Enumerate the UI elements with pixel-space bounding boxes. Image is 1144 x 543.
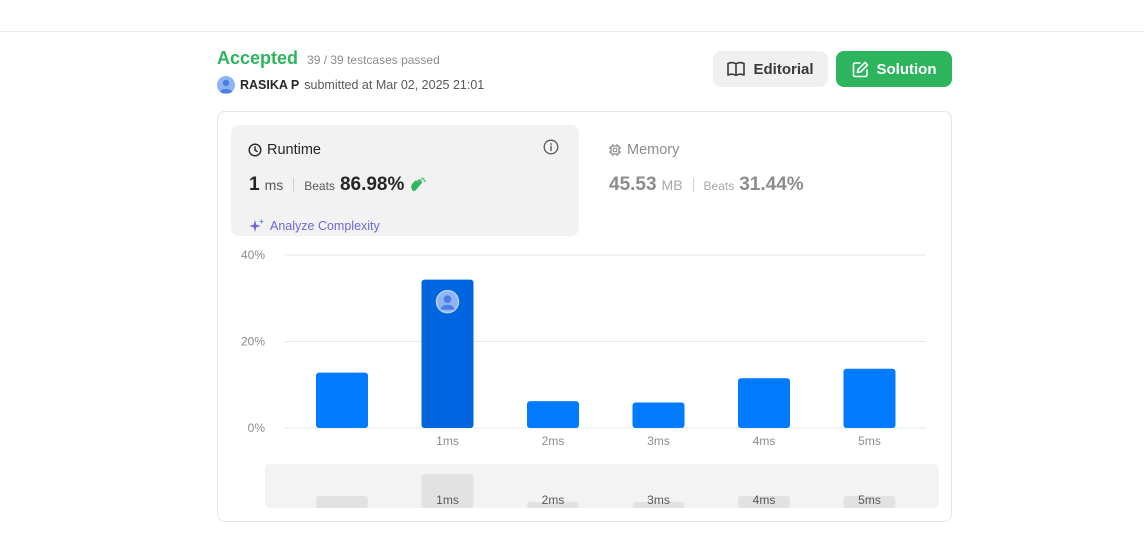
navigator-label: 4ms — [753, 493, 776, 507]
submitted-time: submitted at Mar 02, 2025 21:01 — [304, 78, 485, 92]
user-icon — [219, 79, 233, 93]
submitter-info: RASIKA P submitted at Mar 02, 2025 21:01 — [217, 76, 484, 94]
navigator-label: 5ms — [858, 493, 881, 507]
book-icon — [727, 61, 746, 77]
submission-status: Accepted 39 / 39 testcases passed — [217, 48, 440, 69]
solution-label: Solution — [876, 60, 937, 78]
solution-button[interactable]: Solution — [836, 51, 952, 87]
result-card: Runtime 1 ms Beats 86.98% Analyze Comple… — [217, 111, 952, 522]
navigator-label: 3ms — [647, 493, 670, 507]
avatar[interactable] — [217, 76, 235, 94]
editorial-button[interactable]: Editorial — [713, 51, 828, 87]
chart-overview-navigator[interactable]: 1ms 2ms 3ms 4ms 5ms — [218, 112, 951, 521]
status-text: Accepted — [217, 48, 299, 68]
testcases-text: 39 / 39 testcases passed — [307, 53, 440, 67]
editorial-label: Editorial — [753, 60, 814, 78]
user-name[interactable]: RASIKA P — [240, 78, 299, 92]
top-bar — [0, 0, 1144, 32]
navigator-label: 2ms — [542, 493, 565, 507]
edit-icon — [852, 61, 868, 77]
navigator-label: 1ms — [436, 493, 459, 507]
navigator-bar — [316, 496, 368, 508]
